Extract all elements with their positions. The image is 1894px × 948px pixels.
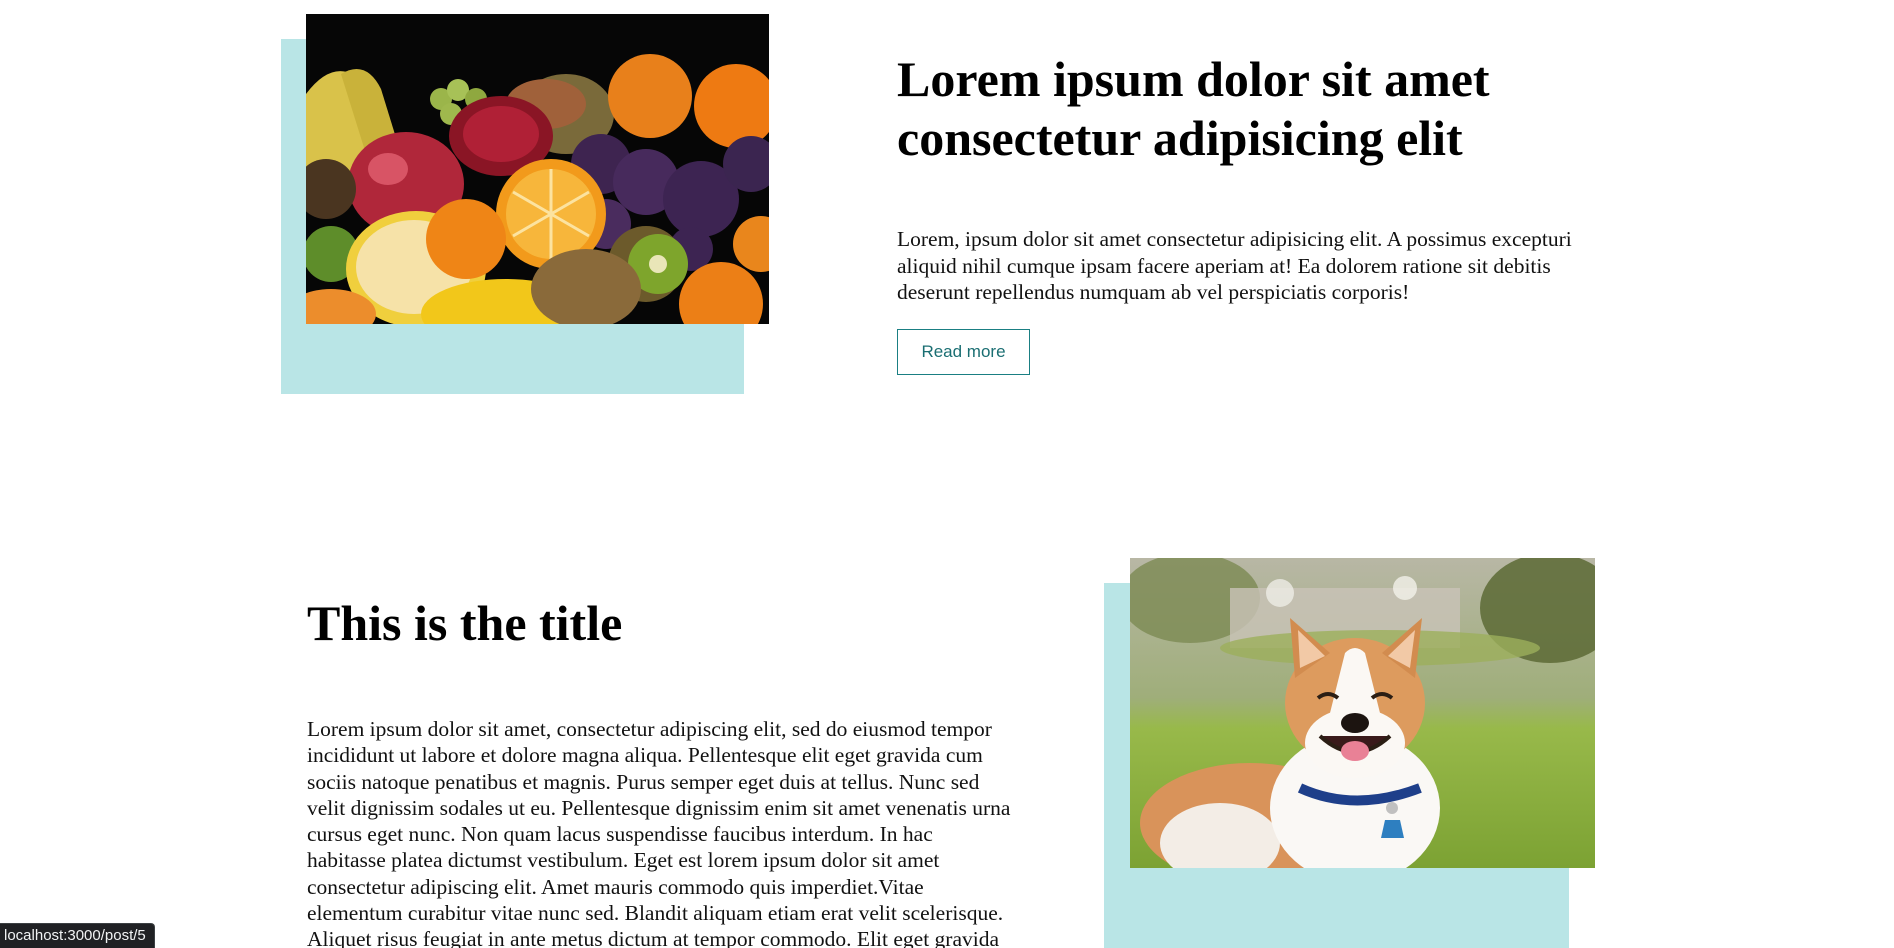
blog-page: Lorem ipsum dolor sit amet consectetur a… bbox=[0, 0, 1894, 948]
post-description: Lorem, ipsum dolor sit amet consectetur … bbox=[897, 227, 1572, 304]
post-title: This is the title bbox=[307, 595, 623, 651]
post-image-fruit bbox=[306, 14, 769, 324]
post-description: Lorem ipsum dolor sit amet, consectetur … bbox=[307, 717, 1011, 948]
post-image-corgi bbox=[1130, 558, 1595, 868]
browser-status-bar: localhost:3000/post/5 bbox=[0, 923, 155, 948]
post-2-content: This is the title Lorem ipsum dolor sit … bbox=[307, 594, 1010, 948]
read-more-button[interactable]: Read more bbox=[897, 328, 1030, 375]
post-1-content: Lorem ipsum dolor sit amet consectetur a… bbox=[897, 50, 1597, 375]
fruit-photo-illustration bbox=[306, 14, 769, 324]
post-title: Lorem ipsum dolor sit amet consectetur a… bbox=[897, 51, 1490, 166]
corgi-photo-illustration bbox=[1130, 558, 1595, 868]
